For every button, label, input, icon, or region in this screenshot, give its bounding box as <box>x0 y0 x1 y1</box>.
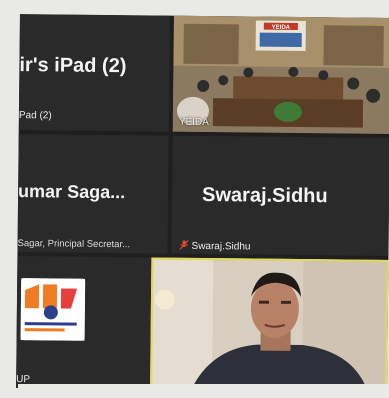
yeida-banner-logo: YEIDA <box>272 25 291 31</box>
participant-name-bar: Swaraj.Sidhu <box>179 239 251 254</box>
participant-name-label: Swaraj.Sidhu <box>191 240 251 253</box>
participant-display-name: ir's iPad (2) <box>19 54 127 78</box>
screen-bottom-edge <box>18 384 389 398</box>
participant-tile-yeida[interactable]: YEIDA YEIDA <box>172 15 389 134</box>
participant-name-label: YEIDA <box>178 116 209 129</box>
participant-tile-swaraj[interactable]: Swaraj.Sidhu Swaraj.Sidhu <box>171 135 389 256</box>
speaker-video <box>152 259 387 390</box>
participant-tile-active-speaker[interactable]: Ak <box>150 257 389 392</box>
participant-tile-ipad[interactable]: ir's iPad (2) Pad (2) <box>18 14 170 132</box>
participant-tile-up[interactable]: UP <box>16 256 168 390</box>
participant-name-label: Sagar, Principal Secretar... <box>17 238 131 251</box>
participant-display-name: Swaraj.Sidhu <box>201 183 328 208</box>
mic-off-icon <box>179 239 189 253</box>
participant-tile-sagar[interactable]: umar Saga... Sagar, Principal Secretar..… <box>17 134 169 254</box>
up-department-logo <box>20 278 86 341</box>
participant-display-name: umar Saga... <box>18 181 126 203</box>
participant-name-label: Pad (2) <box>18 110 52 122</box>
meeting-grid: ir's iPad (2) Pad (2) YEIDA YEIDA umar S… <box>16 14 389 392</box>
